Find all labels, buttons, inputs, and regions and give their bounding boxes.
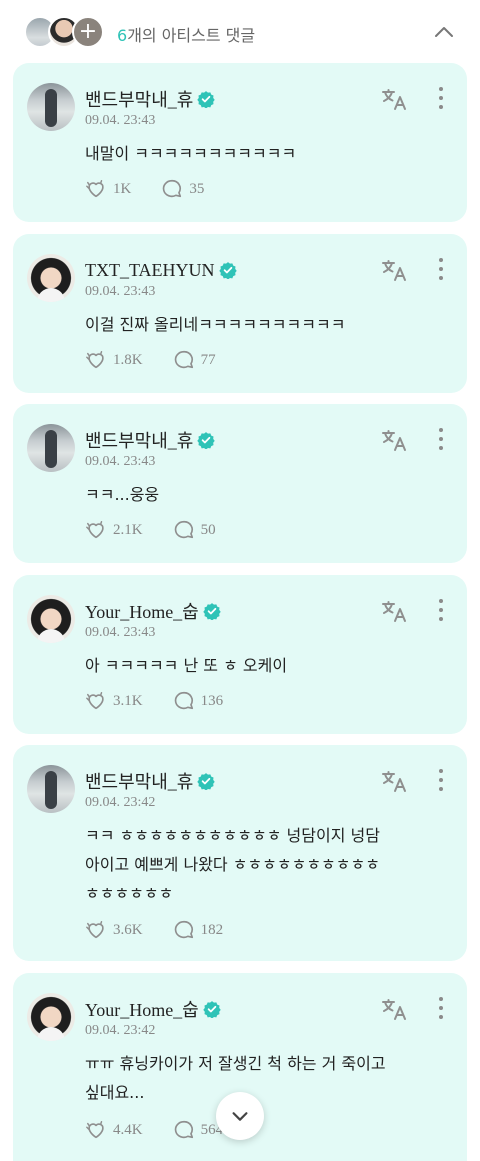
more-avatars-plus-icon: + — [72, 16, 104, 48]
artist-comments-label: 개의 아티스트 댓글 — [127, 26, 256, 45]
author-name[interactable]: Your_Home_숩 — [85, 598, 199, 624]
more-vertical-icon[interactable] — [437, 428, 445, 454]
more-vertical-icon[interactable] — [437, 769, 445, 795]
like-count: 2.1K — [113, 521, 143, 538]
verified-badge-icon — [203, 1000, 221, 1018]
comment-stats: 3.6K 182 — [85, 918, 223, 942]
author-name[interactable]: TXT_TAEHYUN — [85, 260, 215, 281]
comment-time: 09.04. 23:43 — [85, 284, 156, 299]
reply-count: 35 — [189, 180, 205, 197]
like-count: 3.1K — [113, 692, 143, 709]
reply-bubble-icon[interactable] — [173, 519, 195, 541]
comment-text: 아 ㅋㅋㅋㅋㅋ 난 또 ㅎ 오케이 — [85, 656, 288, 675]
verified-badge-icon — [197, 90, 215, 108]
like-count: 3.6K — [113, 921, 143, 938]
comment-text: ㅠㅠ 휴닝카이가 저 잘생긴 척 하는 거 죽이고 싶대요... — [85, 1054, 386, 1102]
verified-badge-icon — [219, 261, 237, 279]
comment-time: 09.04. 23:43 — [85, 113, 156, 128]
reply-count: 136 — [200, 692, 224, 709]
translate-icon[interactable] — [381, 258, 409, 282]
comment-text: ㅋㅋ...웅웅 — [85, 485, 160, 504]
like-count: 4.4K — [113, 1121, 143, 1138]
comment-text: ㅋㅋ ㅎㅎㅎㅎㅎㅎㅎㅎㅎㅎㅎ 넝담이지 넝담 아이고 예쁘게 나왔다 ㅎㅎㅎㅎㅎ… — [85, 826, 380, 903]
artist-comment-count: 6 — [117, 26, 128, 45]
artist-avatar-stack: + — [24, 16, 106, 50]
chevron-up-icon[interactable] — [432, 20, 456, 44]
comment-card: TXT_TAEHYUN 09.04. 23:43 이걸 진짜 올리네ㅋㅋㅋㅋㅋㅋ… — [13, 234, 467, 393]
like-heart-icon[interactable] — [85, 178, 107, 200]
avatar[interactable] — [27, 765, 75, 813]
author-name[interactable]: 밴드부막내_휴 — [85, 427, 193, 453]
comment-stats: 1.8K 77 — [85, 348, 216, 372]
more-vertical-icon[interactable] — [437, 599, 445, 625]
avatar[interactable] — [27, 254, 75, 302]
translate-icon[interactable] — [381, 769, 409, 793]
like-heart-icon[interactable] — [85, 349, 107, 371]
like-heart-icon[interactable] — [85, 919, 107, 941]
reply-bubble-icon[interactable] — [161, 178, 183, 200]
comment-text: 내말이 ㅋㅋㅋㅋㅋㅋㅋㅋㅋㅋㅋ — [85, 144, 297, 163]
reply-count: 182 — [200, 921, 224, 938]
comment-stats: 2.1K 50 — [85, 518, 216, 542]
scroll-down-button[interactable] — [216, 1092, 264, 1140]
more-vertical-icon[interactable] — [437, 997, 445, 1023]
artist-comments-header: + 6개의 아티스트 댓글 — [0, 0, 480, 62]
translate-icon[interactable] — [381, 87, 409, 111]
reply-bubble-icon[interactable] — [173, 919, 195, 941]
avatar[interactable] — [27, 424, 75, 472]
reply-bubble-icon[interactable] — [173, 690, 195, 712]
comment-time: 09.04. 23:43 — [85, 454, 156, 469]
more-vertical-icon[interactable] — [437, 258, 445, 284]
avatar[interactable] — [27, 993, 75, 1041]
comment-time: 09.04. 23:42 — [85, 795, 156, 810]
like-count: 1K — [113, 180, 132, 197]
reply-count: 77 — [200, 351, 216, 368]
comment-time: 09.04. 23:42 — [85, 1023, 156, 1038]
verified-badge-icon — [197, 772, 215, 790]
like-count: 1.8K — [113, 351, 143, 368]
comment-stats: 1K 35 — [85, 177, 204, 201]
comment-time: 09.04. 23:43 — [85, 625, 156, 640]
author-name[interactable]: Your_Home_숩 — [85, 996, 199, 1022]
comment-card: 밴드부막내_휴 09.04. 23:43 ㅋㅋ...웅웅 2.1K 50 — [13, 404, 467, 563]
artist-comments-title: 6개의 아티스트 댓글 — [117, 22, 255, 46]
comment-card: 밴드부막내_휴 09.04. 23:43 내말이 ㅋㅋㅋㅋㅋㅋㅋㅋㅋㅋㅋ 1K … — [13, 63, 467, 222]
comment-text: 이걸 진짜 올리네ㅋㅋㅋㅋㅋㅋㅋㅋㅋㅋ — [85, 315, 346, 334]
translate-icon[interactable] — [381, 428, 409, 452]
reply-count: 50 — [200, 521, 216, 538]
comment-stats: 4.4K 564 — [85, 1118, 223, 1142]
verified-badge-icon — [197, 431, 215, 449]
more-vertical-icon[interactable] — [437, 87, 445, 113]
reply-bubble-icon[interactable] — [173, 1119, 195, 1141]
avatar[interactable] — [27, 83, 75, 131]
avatar[interactable] — [27, 595, 75, 643]
verified-badge-icon — [203, 602, 221, 620]
comment-card: 밴드부막내_휴 09.04. 23:42 ㅋㅋ ㅎㅎㅎㅎㅎㅎㅎㅎㅎㅎㅎ 넝담이지… — [13, 745, 467, 961]
chevron-down-icon — [232, 1112, 248, 1121]
translate-icon[interactable] — [381, 997, 409, 1021]
author-name[interactable]: 밴드부막내_휴 — [85, 768, 193, 794]
like-heart-icon[interactable] — [85, 690, 107, 712]
translate-icon[interactable] — [381, 599, 409, 623]
author-name[interactable]: 밴드부막내_휴 — [85, 86, 193, 112]
comment-card: Your_Home_숩 09.04. 23:43 아 ㅋㅋㅋㅋㅋ 난 또 ㅎ 오… — [13, 575, 467, 734]
like-heart-icon[interactable] — [85, 519, 107, 541]
comment-stats: 3.1K 136 — [85, 689, 223, 713]
reply-bubble-icon[interactable] — [173, 349, 195, 371]
like-heart-icon[interactable] — [85, 1119, 107, 1141]
